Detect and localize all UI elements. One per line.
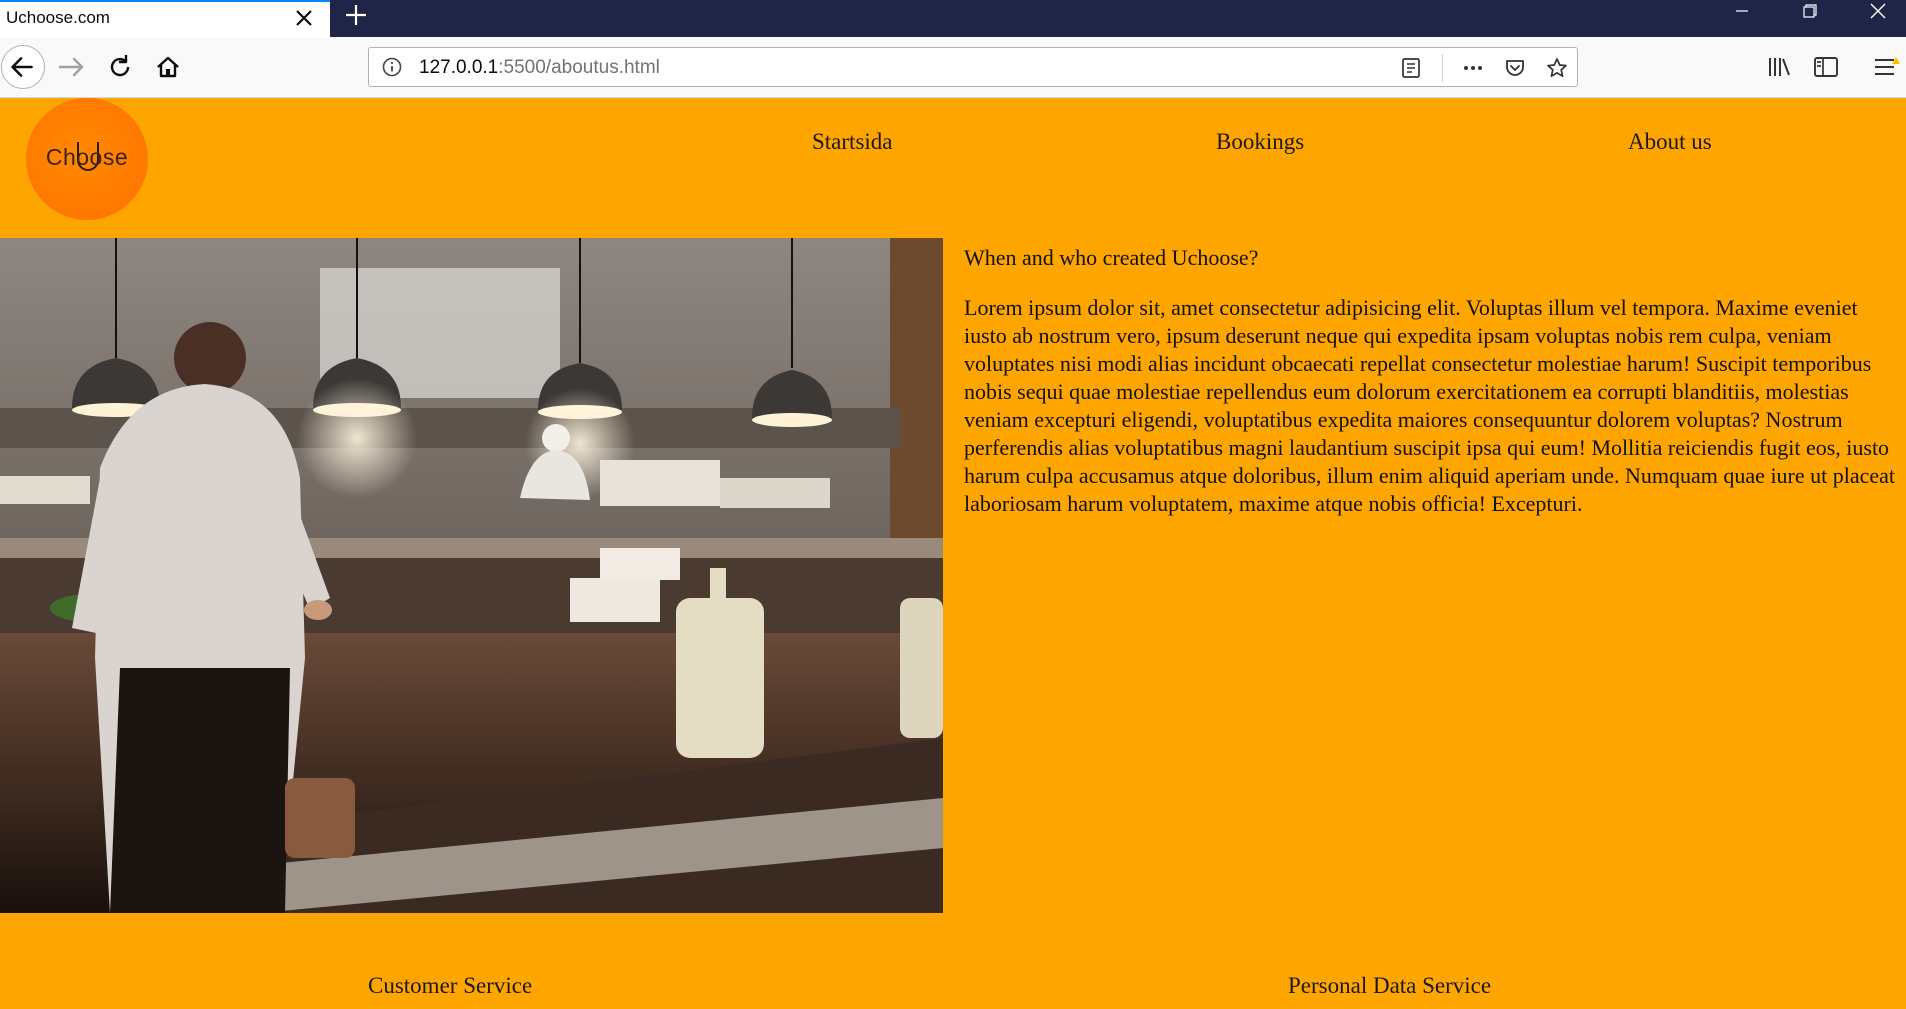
restore-icon[interactable] [1787,0,1833,30]
close-icon[interactable] [292,6,316,30]
window-close-icon[interactable] [1855,0,1901,30]
about-article: When and who created Uchoose? Lorem ipsu… [964,245,1906,518]
site-header: Choose Startsida Bookings About us [0,98,1906,238]
minimize-icon[interactable] [1719,0,1765,30]
url-host: 127.0.0.1 [419,57,499,78]
nav-link-startsida[interactable]: Startsida [812,129,893,155]
url-separator [1442,54,1443,82]
plus-icon[interactable] [342,1,370,29]
star-icon[interactable] [1545,56,1569,80]
reload-icon[interactable] [102,49,138,85]
hamburger-menu-icon[interactable] [1872,53,1900,81]
url-text[interactable]: 127.0.0.1:5500/aboutus.html [419,57,660,79]
tab-title: Uchoose.com [6,8,110,27]
info-icon[interactable] [381,56,403,78]
library-icon[interactable] [1765,53,1793,81]
home-icon[interactable] [150,49,186,85]
url-bar[interactable]: 127.0.0.1:5500/aboutus.html [368,47,1578,87]
footer-link-customer-service[interactable]: Customer Service [368,973,532,999]
footer-link-personal-data-service[interactable]: Personal Data Service [1288,973,1491,999]
article-body: Lorem ipsum dolor sit, amet consectetur … [964,295,1896,516]
kitchen-scene-image [0,238,943,913]
active-tab[interactable]: Uchoose.com [0,0,330,37]
forward-arrow-icon[interactable] [54,49,90,85]
article-heading: When and who created Uchoose? [964,245,1259,270]
tab-strip: Uchoose.com [0,0,1906,37]
reader-view-icon[interactable] [1399,56,1423,80]
more-icon[interactable] [1461,56,1485,80]
nav-link-about-us[interactable]: About us [1628,129,1712,155]
pocket-icon[interactable] [1503,56,1527,80]
back-arrow-icon [11,57,33,77]
kitchen-photo [0,238,943,913]
sidebar-icon[interactable] [1812,53,1840,81]
back-button[interactable] [1,45,45,89]
nav-link-bookings[interactable]: Bookings [1216,129,1304,155]
site-logo[interactable]: Choose [26,98,148,220]
logo-text: Choose [45,144,129,170]
browser-toolbar: 127.0.0.1:5500/aboutus.html [0,37,1906,98]
url-path: :5500/aboutus.html [498,57,660,78]
